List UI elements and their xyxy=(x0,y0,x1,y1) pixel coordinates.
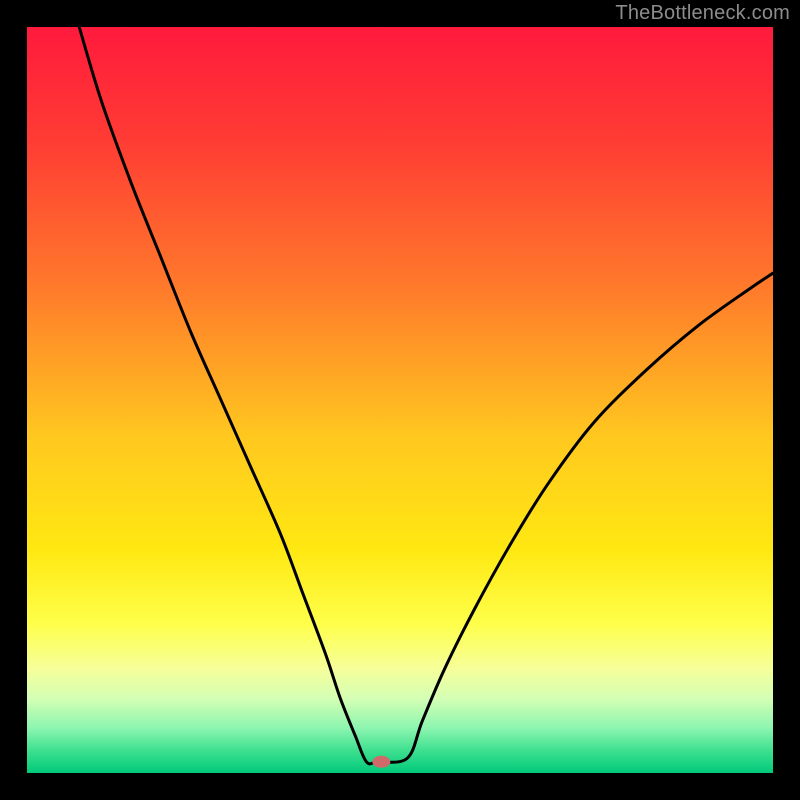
plot-area xyxy=(27,27,773,773)
watermark-text: TheBottleneck.com xyxy=(615,2,790,25)
optimal-point-marker xyxy=(372,756,390,768)
gradient-background xyxy=(27,27,773,773)
bottleneck-chart xyxy=(27,27,773,773)
chart-frame: TheBottleneck.com xyxy=(0,0,800,800)
